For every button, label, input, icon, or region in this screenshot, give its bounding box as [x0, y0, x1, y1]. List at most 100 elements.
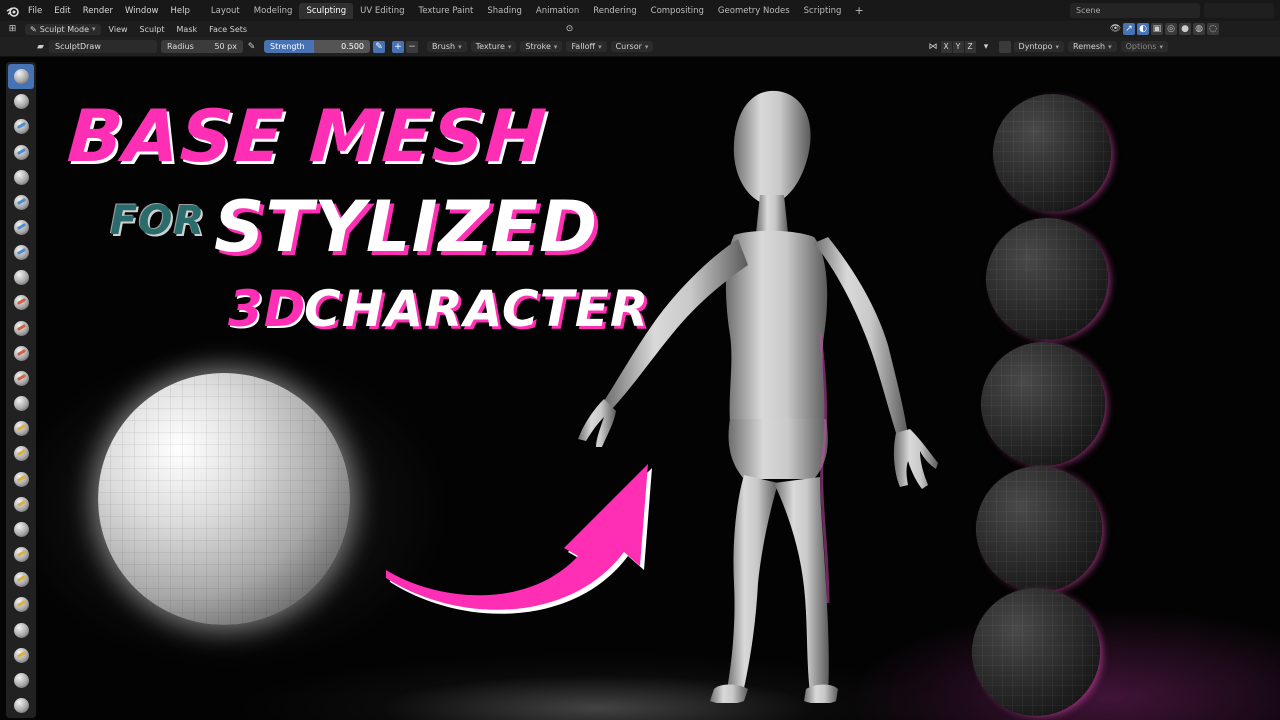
shading-solid-icon[interactable]: ● — [1179, 23, 1191, 35]
toolbar-tool-9[interactable] — [8, 265, 34, 290]
shading-wireframe-icon[interactable]: ◎ — [1165, 23, 1177, 35]
axis-x-toggle[interactable]: X — [940, 40, 952, 53]
fill-brush-icon — [13, 345, 29, 361]
falloff-dropdown[interactable]: Falloff ▾ — [566, 41, 607, 52]
menu-face-sets[interactable]: Face Sets — [203, 25, 253, 34]
toolbar-tool-10[interactable] — [8, 290, 34, 315]
transform-pivot-icon[interactable]: ⊙ — [563, 23, 576, 36]
toolbar-tool-21[interactable] — [8, 567, 34, 592]
add-direction-icon[interactable]: + — [392, 40, 404, 53]
draw-sharp-brush-icon — [13, 94, 29, 110]
strength-field[interactable]: 0.500 — [314, 40, 370, 53]
mirror-icon[interactable]: ⋈ — [927, 40, 940, 53]
view-layer-selector[interactable] — [1204, 3, 1274, 18]
gizmo-toggle-icon[interactable]: ↗ — [1123, 23, 1135, 35]
toolbar-tool-13[interactable] — [8, 366, 34, 391]
clay-thumb-brush-icon — [13, 169, 29, 185]
toolbar-tool-26[interactable] — [8, 693, 34, 718]
tab-texture-paint[interactable]: Texture Paint — [412, 3, 481, 19]
dyntopo-label: Dyntopo — [1018, 42, 1053, 51]
toolbar-tool-7[interactable] — [8, 215, 34, 240]
toolbar-tool-4[interactable] — [8, 139, 34, 164]
tab-geometry-nodes[interactable]: Geometry Nodes — [711, 3, 797, 19]
toolbar-tool-15[interactable] — [8, 416, 34, 441]
boundary-brush-icon — [13, 647, 29, 663]
grab-brush-icon — [13, 446, 29, 462]
toolbar-tool-6[interactable] — [8, 190, 34, 215]
toolbar-tool-2[interactable] — [8, 89, 34, 114]
texture-dropdown[interactable]: Texture ▾ — [470, 41, 517, 52]
toolbar-tool-18[interactable] — [8, 492, 34, 517]
pose-brush-icon — [13, 547, 29, 563]
toolbar-tool-22[interactable] — [8, 592, 34, 617]
tab-modeling[interactable]: Modeling — [247, 3, 300, 19]
blender-logo-icon[interactable] — [4, 4, 22, 18]
dyntopo-checkbox[interactable] — [998, 40, 1011, 53]
toolbar-tool-17[interactable] — [8, 467, 34, 492]
menu-edit[interactable]: Edit — [48, 6, 76, 16]
stroke-dropdown[interactable]: Stroke ▾ — [520, 41, 563, 52]
visibility-icon[interactable]: 👁 — [1109, 23, 1122, 36]
elastic-deform-brush-icon — [13, 471, 29, 487]
tab-animation[interactable]: Animation — [529, 3, 586, 19]
viewport-overlays-group: 👁 ↗ ◐ ▣ ◎ ● ◍ ◌ — [1109, 23, 1280, 36]
radius-pressure-icon[interactable]: ✎ — [245, 40, 258, 53]
options-dropdown[interactable]: Options ▾ — [1120, 41, 1168, 52]
strength-pressure-icon[interactable]: ✎ — [373, 40, 385, 53]
axis-z-toggle[interactable]: Z — [964, 40, 976, 53]
shading-material-icon[interactable]: ◍ — [1193, 23, 1205, 35]
axis-options-icon[interactable]: ▾ — [980, 40, 993, 53]
radius-field[interactable]: Radius 50 px — [161, 40, 243, 53]
brush-name-field[interactable]: SculptDraw — [49, 40, 157, 53]
title-3d: 3D — [228, 280, 307, 338]
mode-selector[interactable]: ✎ Sculpt Mode ▾ — [25, 23, 101, 35]
toolbar-tool-25[interactable] — [8, 668, 34, 693]
tab-rendering[interactable]: Rendering — [586, 3, 643, 19]
remesh-dropdown[interactable]: Remesh ▾ — [1068, 41, 1117, 52]
xray-toggle-icon[interactable]: ▣ — [1151, 23, 1163, 35]
toolbar-tool-12[interactable] — [8, 341, 34, 366]
scene-selector[interactable]: Scene — [1070, 3, 1200, 18]
flatten-brush-icon — [13, 320, 29, 336]
menu-help[interactable]: Help — [164, 6, 195, 16]
toolbar-tool-24[interactable] — [8, 643, 34, 668]
toolbar-tool-3[interactable] — [8, 114, 34, 139]
cursor-dropdown[interactable]: Cursor ▾ — [610, 41, 654, 52]
blob-brush-icon — [13, 245, 29, 261]
toolbar-tool-20[interactable] — [8, 542, 34, 567]
subtract-direction-icon[interactable]: − — [406, 40, 418, 53]
tab-compositing[interactable]: Compositing — [644, 3, 711, 19]
menu-render[interactable]: Render — [77, 6, 119, 16]
brush-dropdown-label: Brush — [432, 42, 456, 51]
overlay-toggle-icon[interactable]: ◐ — [1137, 23, 1149, 35]
toolbar-tool-14[interactable] — [8, 391, 34, 416]
3d-viewport[interactable]: BASE MESH FOR STYLIZED 3D CHARACTER — [38, 58, 1280, 720]
add-workspace-icon[interactable]: + — [848, 4, 869, 17]
editor-type-icon[interactable]: ⊞ — [6, 23, 19, 36]
workspace-tabs: Layout Modeling Sculpting UV Editing Tex… — [204, 0, 870, 21]
toolbar-tool-19[interactable] — [8, 517, 34, 542]
tab-shading[interactable]: Shading — [480, 3, 529, 19]
brush-dropdown[interactable]: Brush ▾ — [427, 41, 467, 52]
tab-scripting[interactable]: Scripting — [797, 3, 849, 19]
tab-uv-editing[interactable]: UV Editing — [353, 3, 411, 19]
toolbar-tool-11[interactable] — [8, 316, 34, 341]
axis-y-toggle[interactable]: Y — [952, 40, 964, 53]
tab-layout[interactable]: Layout — [204, 3, 247, 19]
toolbar-tool-1[interactable] — [8, 64, 34, 90]
mode-label: Sculpt Mode — [39, 24, 90, 34]
menu-sculpt[interactable]: Sculpt — [134, 25, 171, 34]
strength-label-field[interactable]: Strength — [264, 40, 314, 53]
menu-mask[interactable]: Mask — [171, 25, 204, 34]
toolbar-tool-8[interactable] — [8, 240, 34, 265]
toolbar-tool-23[interactable] — [8, 617, 34, 642]
menu-window[interactable]: Window — [119, 6, 165, 16]
toolbar-tool-5[interactable] — [8, 165, 34, 190]
dyntopo-dropdown[interactable]: Dyntopo ▾ — [1013, 41, 1065, 52]
scene-selector-group: Scene — [1070, 3, 1280, 18]
shading-rendered-icon[interactable]: ◌ — [1207, 23, 1219, 35]
menu-view[interactable]: View — [103, 25, 134, 34]
menu-file[interactable]: File — [22, 6, 48, 16]
tab-sculpting[interactable]: Sculpting — [299, 2, 354, 19]
toolbar-tool-16[interactable] — [8, 441, 34, 466]
